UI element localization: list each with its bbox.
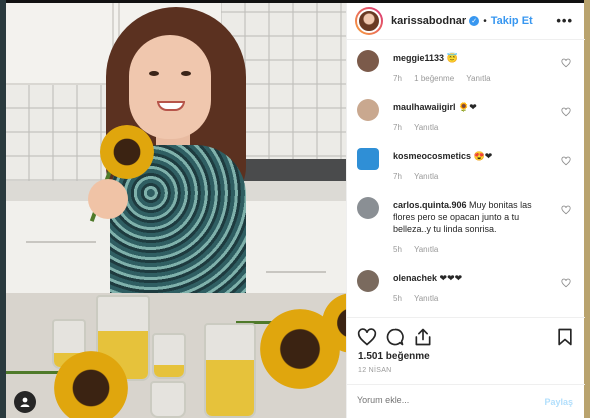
author-username[interactable]: karissabodnar — [391, 15, 466, 27]
sunflower-left — [54, 351, 128, 418]
comment-time: 5h — [393, 245, 402, 254]
comment-text: 😍❤ — [473, 151, 493, 161]
glass-bottom — [150, 381, 186, 418]
post-comment-button[interactable]: Paylaş — [544, 397, 573, 407]
comment-username[interactable]: carlos.quinta.906 — [393, 200, 467, 210]
user-tag-icon[interactable] — [14, 391, 36, 413]
comment-item: carlos.quinta.906 Muy bonitas las flores… — [357, 197, 577, 265]
comment-time: 7h — [393, 123, 402, 132]
comment-heart-icon[interactable] — [561, 58, 571, 68]
post-photo[interactable] — [6, 3, 346, 418]
author-avatar[interactable] — [355, 7, 383, 35]
comment-reply-button[interactable]: Yanıtla — [414, 123, 438, 132]
separator-dot: • — [483, 15, 487, 27]
oil-bottle — [204, 323, 256, 418]
post-date: 12 NİSAN — [358, 367, 392, 374]
comment-item: maulhawaiigirl 🌻❤ 7h Yanıtla — [357, 99, 577, 143]
woman-face — [129, 35, 211, 139]
comment-reply-button[interactable]: Yanıtla — [414, 294, 438, 303]
comment-heart-icon[interactable] — [561, 107, 571, 117]
comment-avatar[interactable] — [357, 270, 379, 292]
add-comment-bar: Paylaş — [347, 384, 585, 418]
comment-item: meggie1133 😇 7h 1 beğenme Yanıtla — [357, 50, 577, 94]
comment-likes[interactable]: 1 beğenme — [414, 74, 454, 83]
comment-time: 7h — [393, 172, 402, 181]
comment-time: 7h — [393, 74, 402, 83]
glass-small — [152, 333, 186, 379]
comment-reply-button[interactable]: Yanıtla — [414, 172, 438, 181]
post-actions — [347, 317, 585, 353]
comment-heart-icon[interactable] — [561, 156, 571, 166]
heart-icon[interactable] — [357, 327, 377, 347]
bookmark-icon[interactable] — [555, 327, 575, 347]
comment-heart-icon[interactable] — [561, 278, 571, 288]
comment-item: kosmeocosmetics 😍❤ 7h Yanıtla — [357, 148, 577, 192]
comment-username[interactable]: meggie1133 — [393, 53, 444, 63]
like-count[interactable]: 1.501 beğenme — [358, 351, 430, 362]
comment-avatar[interactable] — [357, 148, 379, 170]
comment-username[interactable]: kosmeocosmetics — [393, 151, 471, 161]
comment-text: 🌻❤ — [458, 102, 477, 112]
comment-avatar[interactable] — [357, 50, 379, 72]
comment-text: 😇 — [446, 53, 458, 63]
share-icon[interactable] — [413, 327, 433, 347]
comment-list: meggie1133 😇 7h 1 beğenme Yanıtla maulha… — [347, 41, 585, 317]
comment-reply-button[interactable]: Yanıtla — [466, 74, 490, 83]
follow-button[interactable]: Takip Et — [491, 15, 533, 27]
woman-hand — [88, 179, 128, 219]
comment-reply-button[interactable]: Yanıtla — [414, 245, 438, 254]
comment-icon[interactable] — [385, 327, 405, 347]
comment-avatar[interactable] — [357, 99, 379, 121]
comment-heart-icon[interactable] — [561, 205, 571, 215]
more-options-icon[interactable]: ••• — [556, 13, 573, 28]
verified-badge-icon: ✓ — [469, 16, 480, 26]
comment-item: olenachek ❤❤❤ 5h Yanıtla — [357, 270, 577, 314]
comment-text: ❤❤❤ — [439, 273, 463, 283]
comment-avatar[interactable] — [357, 197, 379, 219]
comment-input[interactable] — [357, 395, 527, 405]
post-header: karissabodnar ✓ • Takip Et ••• — [347, 3, 585, 40]
comment-username[interactable]: olenachek — [393, 273, 437, 283]
sunflower-held — [100, 125, 154, 179]
screen-frame: karissabodnar ✓ • Takip Et ••• meggie113… — [0, 0, 590, 418]
comment-username[interactable]: maulhawaiigirl — [393, 102, 456, 112]
instagram-post-modal: karissabodnar ✓ • Takip Et ••• meggie113… — [6, 3, 585, 418]
post-sidebar: karissabodnar ✓ • Takip Et ••• meggie113… — [346, 3, 585, 418]
comment-time: 5h — [393, 294, 402, 303]
